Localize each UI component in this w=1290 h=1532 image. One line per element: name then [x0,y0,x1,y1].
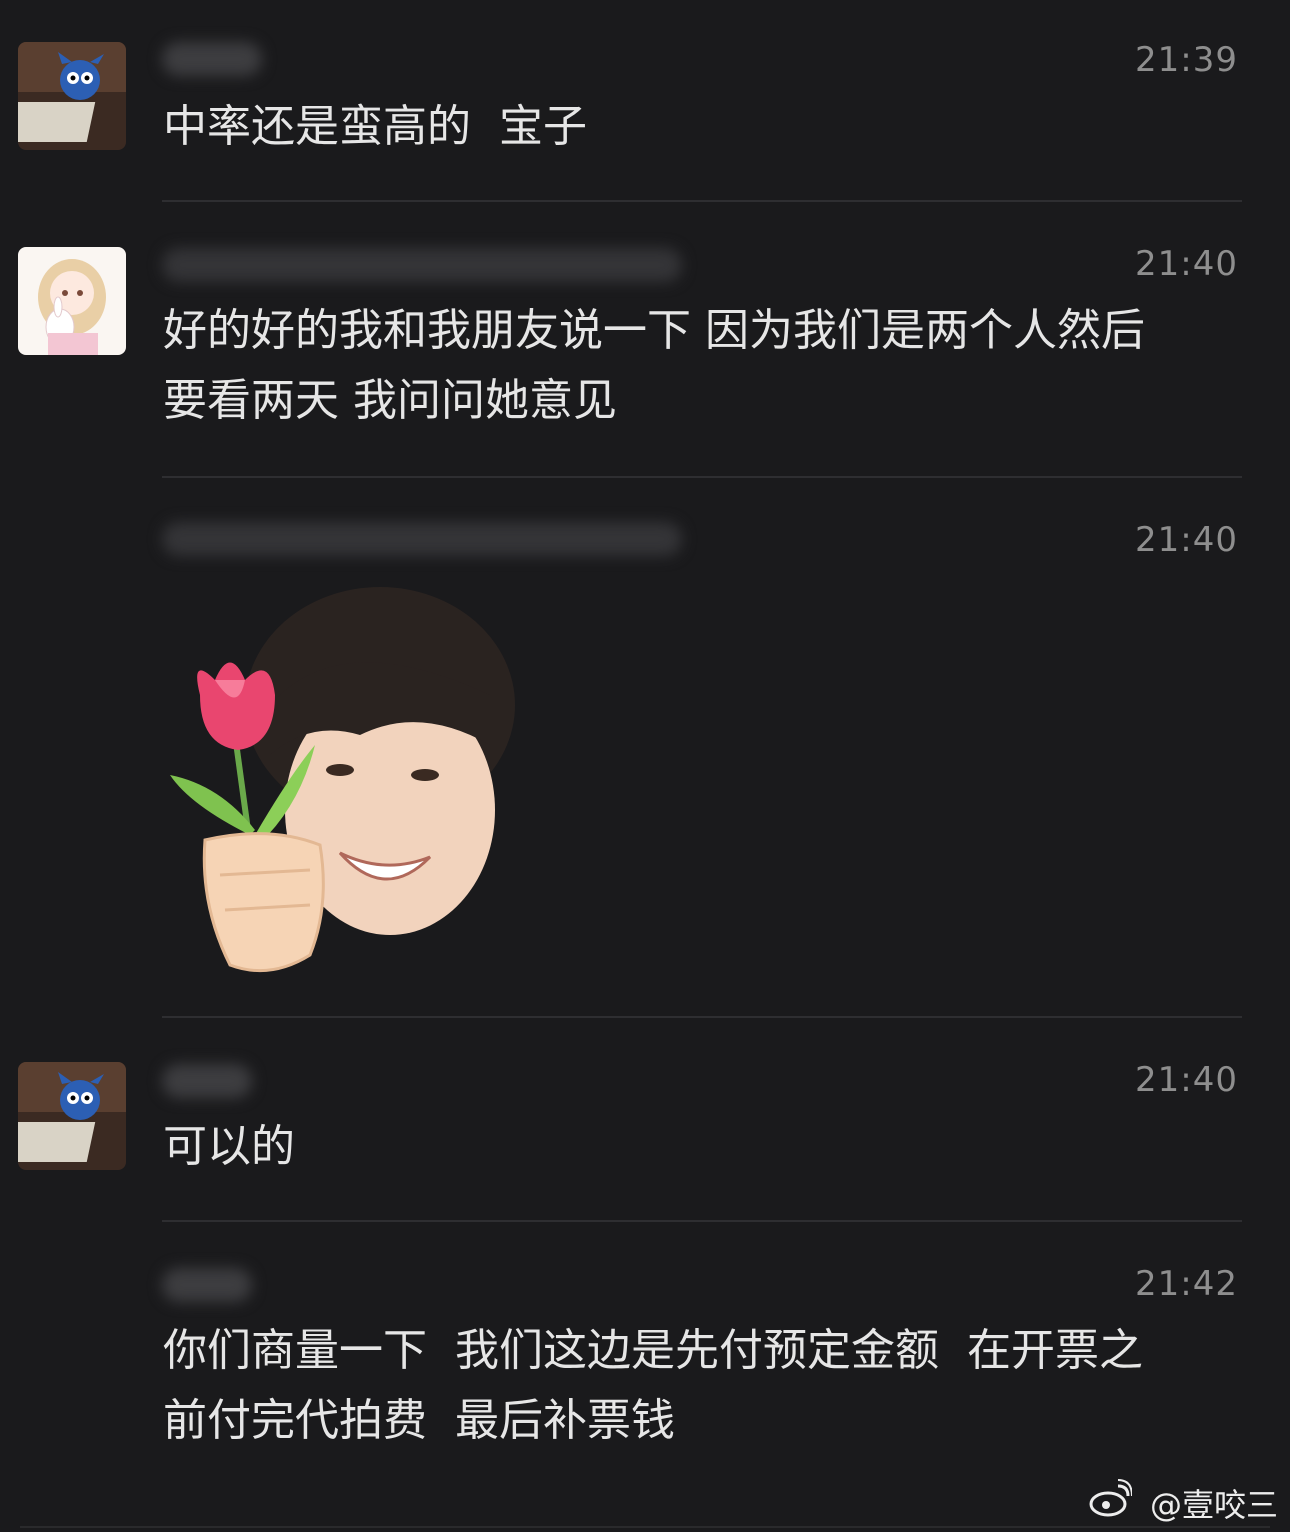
bottom-divider [20,1526,1270,1528]
divider [162,200,1242,202]
sender-name-blurred [162,522,682,556]
message-time: 21:40 [1135,244,1238,284]
sender-name-blurred [162,1064,252,1098]
message-text: 好的好的我和我朋友说一下 因为我们是两个人然后 要看两天 我问问她意见 [163,305,1145,426]
divider [162,1016,1242,1018]
divider [162,1220,1242,1222]
message-time: 21:39 [1135,40,1238,80]
avatar-sonic[interactable] [18,42,126,150]
message-time: 21:42 [1135,1264,1238,1304]
message-text: 你们商量一下 我们这边是先付预定金额 在开票之 前付完代拍费 最后补票钱 [163,1325,1143,1446]
sender-name-blurred [162,1268,252,1302]
avatar-anime-girl[interactable] [18,247,126,355]
message-text: 可以的 [163,1121,295,1172]
sender-name-blurred [162,42,262,76]
avatar-sonic[interactable] [18,1062,126,1170]
tulip-boy-sticker[interactable] [160,585,520,985]
message-text: 中率还是蛮高的 宝子 [163,101,587,152]
sender-name-blurred [162,248,682,282]
message-time: 21:40 [1135,1060,1238,1100]
divider [162,476,1242,478]
weibo-logo-icon [1089,1479,1132,1517]
watermark-text: @壹咬三 [1149,1486,1278,1524]
message-time: 21:40 [1135,520,1238,560]
